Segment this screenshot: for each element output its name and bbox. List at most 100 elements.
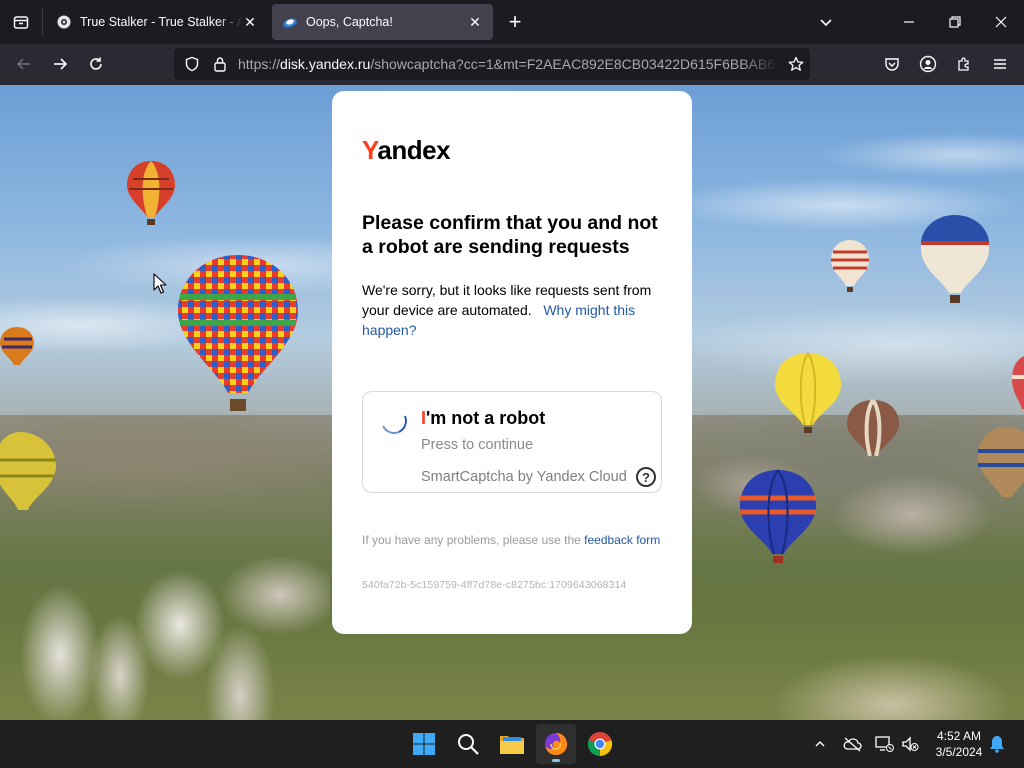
back-arrow-icon <box>16 58 30 70</box>
close-tab-icon[interactable]: ✕ <box>242 14 258 30</box>
volume-tray-icon[interactable] <box>898 732 922 756</box>
hot-air-balloon-image <box>831 240 869 292</box>
tab-true-stalker[interactable]: True Stalker - True Stalker - AP - ModDB… <box>46 4 268 40</box>
close-tab-icon[interactable]: ✕ <box>467 14 483 30</box>
hot-air-balloon-image <box>1012 356 1024 409</box>
close-icon <box>995 16 1007 28</box>
forward-arrow-icon <box>54 58 68 70</box>
chrome-icon <box>587 732 613 757</box>
problems-note: If you have any problems, please use the… <box>362 532 662 548</box>
active-app-indicator <box>552 759 560 762</box>
lock-icon[interactable] <box>208 48 232 80</box>
account-button[interactable] <box>912 48 944 80</box>
windows-logo-icon <box>413 733 435 755</box>
captcha-description: We're sorry, but it looks like requests … <box>362 280 667 340</box>
reload-button[interactable] <box>80 48 112 80</box>
system-clock[interactable]: 4:52 AM 3/5/2024 <box>926 728 992 760</box>
file-explorer-button[interactable] <box>492 724 532 764</box>
minimize-button[interactable] <box>887 0 931 44</box>
yandex-disk-favicon-icon <box>282 14 298 30</box>
hot-air-balloon-image <box>178 255 298 411</box>
address-bar[interactable]: https://disk.yandex.ru/showcaptcha?cc=1&… <box>174 48 810 80</box>
app-menu-button[interactable] <box>984 48 1016 80</box>
speaker-muted-icon <box>902 736 919 752</box>
request-id: 540fa72b-5c159759-4ff7d78e-c8275bc:17096… <box>362 579 627 591</box>
problems-text: If you have any problems, please use the <box>362 533 581 547</box>
close-window-button[interactable] <box>979 0 1023 44</box>
hot-air-balloon-image <box>740 469 816 563</box>
minimize-icon <box>904 21 914 23</box>
navigation-toolbar: https://disk.yandex.ru/showcaptcha?cc=1&… <box>0 44 1024 85</box>
clock-time: 4:52 AM <box>936 729 982 743</box>
search-icon <box>458 734 479 755</box>
hot-air-balloon-image <box>127 161 175 225</box>
show-hidden-icons-button[interactable] <box>808 732 832 756</box>
tab-oops-captcha[interactable]: Oops, Captcha! ✕ <box>272 4 493 40</box>
hot-air-balloon-image <box>921 215 989 303</box>
account-icon <box>919 55 937 73</box>
firefox-view-button[interactable] <box>0 0 42 44</box>
firefox-taskbar-button[interactable] <box>536 724 576 764</box>
forward-button[interactable] <box>44 48 76 80</box>
smartcaptcha-checkbox-widget[interactable]: I'm not a robot Press to continue SmartC… <box>362 391 662 493</box>
url-path: /showcaptcha?cc=1&mt=F2AEAC892E8CB03422D… <box>370 56 778 72</box>
hot-air-balloon-image <box>847 398 899 457</box>
bookmark-star-icon[interactable] <box>784 48 808 80</box>
yandex-logo: Yandex <box>362 135 451 166</box>
chevron-down-icon <box>820 19 832 27</box>
start-button[interactable] <box>404 724 444 764</box>
url-scheme: https:// <box>238 56 281 72</box>
back-button[interactable] <box>8 48 40 80</box>
firefox-icon <box>545 733 568 755</box>
yandex-logo-y: Y <box>362 135 378 165</box>
loading-spinner-icon <box>377 404 411 438</box>
mouse-cursor-icon <box>153 273 167 294</box>
pocket-button[interactable] <box>876 48 908 80</box>
onedrive-tray-icon[interactable] <box>840 732 864 756</box>
feedback-form-link[interactable]: feedback form <box>584 533 660 547</box>
reload-icon <box>90 57 102 70</box>
tab-title: Oops, Captcha! <box>306 15 393 29</box>
restore-icon <box>949 16 961 28</box>
cloud-offline-icon <box>843 737 862 752</box>
windows-taskbar: 4:52 AM 3/5/2024 <box>0 720 1024 768</box>
hot-air-balloon-image <box>0 327 34 365</box>
search-button[interactable] <box>448 724 488 764</box>
chevron-up-icon <box>815 741 825 747</box>
background-rock-formations <box>0 505 330 720</box>
page-heading: Please confirm that you and not a robot … <box>362 212 658 258</box>
captcha-card: Yandex Please confirm that you and not a… <box>332 91 692 634</box>
folder-icon <box>500 736 524 754</box>
hot-air-balloon-image <box>775 352 841 433</box>
notifications-button[interactable] <box>985 732 1009 756</box>
not-a-robot-label: I'm not a robot <box>421 408 545 429</box>
hot-air-balloon-image <box>0 432 56 510</box>
url-host: disk.yandex.ru <box>280 56 371 72</box>
restore-button[interactable] <box>933 0 977 44</box>
network-disconnected-icon <box>875 736 894 752</box>
tab-separator <box>42 8 43 36</box>
clock-date: 3/5/2024 <box>935 745 983 759</box>
help-question-icon[interactable]: ? <box>636 467 656 487</box>
yandex-logo-rest: andex <box>377 135 451 165</box>
tab-title: True Stalker - True Stalker - AP - ModDB <box>80 15 242 29</box>
pocket-icon <box>885 58 899 71</box>
page-content: Yandex Please confirm that you and not a… <box>0 85 1024 720</box>
tab-strip: True Stalker - True Stalker - AP - ModDB… <box>0 0 1024 44</box>
moddb-favicon-icon <box>56 14 72 30</box>
smartcaptcha-brand-label: SmartCaptcha by Yandex Cloud <box>421 469 627 485</box>
press-to-continue-label: Press to continue <box>421 437 534 453</box>
firefox-view-icon <box>13 16 29 29</box>
hot-air-balloon-image <box>978 427 1024 497</box>
url-text[interactable]: https://disk.yandex.ru/showcaptcha?cc=1&… <box>238 48 778 80</box>
tracking-protection-shield-icon[interactable] <box>180 48 204 80</box>
puzzle-piece-icon <box>958 57 969 71</box>
extensions-button[interactable] <box>948 48 980 80</box>
chrome-taskbar-button[interactable] <box>580 724 620 764</box>
bell-icon <box>990 736 1004 753</box>
list-all-tabs-button[interactable] <box>804 0 848 44</box>
new-tab-button[interactable]: + <box>503 8 527 36</box>
hamburger-menu-icon <box>994 59 1006 69</box>
network-tray-icon[interactable] <box>872 732 896 756</box>
not-a-robot-label-rest: 'm not a robot <box>426 408 546 428</box>
